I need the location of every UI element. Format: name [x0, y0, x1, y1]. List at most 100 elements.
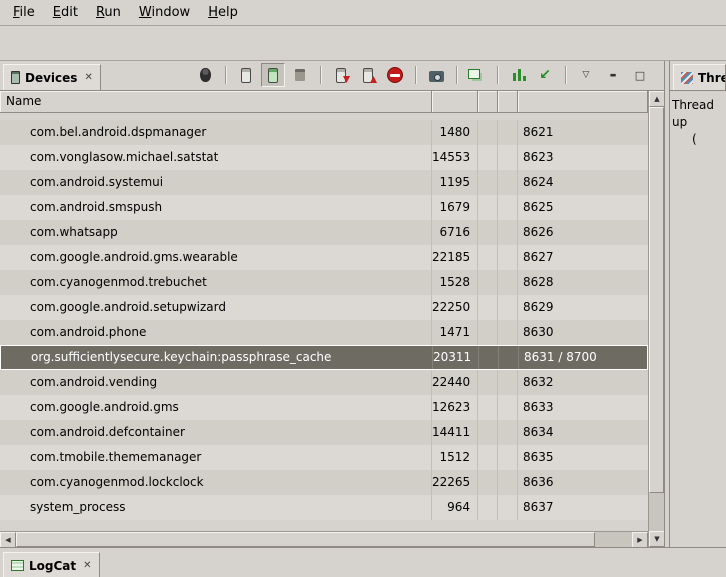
toolbar-separator: [225, 66, 226, 84]
process-table-body: com.bel.android.dspmanager14808621com.vo…: [0, 113, 648, 531]
cell-empty: [478, 495, 498, 520]
table-row[interactable]: com.bel.android.dspmanager14808621: [0, 120, 648, 145]
menu-help[interactable]: Help: [199, 2, 247, 23]
horizontal-scrollbar[interactable]: ◀ ▶: [0, 531, 648, 547]
column-header-pid[interactable]: [432, 91, 478, 113]
column-header-empty[interactable]: [498, 91, 518, 113]
cell-empty: [498, 120, 518, 145]
maximize-icon[interactable]: □: [628, 63, 652, 87]
table-row[interactable]: com.google.android.gms126238633: [0, 395, 648, 420]
scroll-right-button[interactable]: ▶: [632, 532, 648, 547]
logcat-bar: LogCat ✕: [0, 547, 726, 577]
threads-panel: Threads Thread up (: [669, 61, 726, 547]
devices-tabbar: Devices ✕ ↙ ▽▬□: [0, 61, 664, 91]
horizontal-scroll-thumb[interactable]: [16, 532, 595, 547]
process-pid: 12623: [432, 395, 478, 420]
table-row[interactable]: com.vonglasow.michael.satstat145538623: [0, 145, 648, 170]
cell-empty: [498, 270, 518, 295]
scroll-left-button[interactable]: ◀: [0, 532, 16, 547]
minimize-icon[interactable]: ▬: [601, 63, 625, 87]
vertical-scrollbar[interactable]: ▲ ▼: [648, 91, 664, 547]
process-port: 8627: [518, 245, 648, 270]
cell-empty: [478, 470, 498, 495]
cell-empty: [478, 395, 498, 420]
toolbar-separator: [415, 66, 416, 84]
scroll-down-button[interactable]: ▼: [649, 531, 664, 547]
cause-gc-icon[interactable]: [288, 63, 312, 87]
process-pid: 22440: [432, 370, 478, 395]
table-row[interactable]: system_process9648637: [0, 495, 648, 520]
threads-icon: [681, 72, 693, 84]
cell-empty: [498, 370, 518, 395]
cell-empty: [498, 195, 518, 220]
hierarchy-view-icon[interactable]: [465, 63, 489, 87]
screen-capture-icon[interactable]: [424, 63, 448, 87]
table-row[interactable]: com.android.defcontainer144118634: [0, 420, 648, 445]
table-row[interactable]: com.android.phone14718630: [0, 320, 648, 345]
main-content: Devices ✕ ↙ ▽▬□ Name com.bel.android.dspm…: [0, 61, 726, 547]
scroll-up-button[interactable]: ▲: [649, 91, 664, 107]
table-row[interactable]: com.cyanogenmod.trebuchet15288628: [0, 270, 648, 295]
threads-tab-label: Threads: [698, 71, 726, 85]
process-name: com.android.vending: [0, 370, 432, 395]
process-port: 8631 / 8700: [519, 346, 647, 369]
view-menu-icon[interactable]: ▽: [574, 63, 598, 87]
tab-threads[interactable]: Threads: [673, 64, 726, 90]
process-name: com.android.defcontainer: [0, 420, 432, 445]
menu-run[interactable]: Run: [87, 2, 130, 23]
cell-empty: [478, 245, 498, 270]
cell-empty: [498, 420, 518, 445]
table-header: Name: [0, 91, 648, 113]
cell-empty: [479, 346, 499, 369]
table-row[interactable]: com.google.android.setupwizard222508629: [0, 295, 648, 320]
stop-process-icon[interactable]: [383, 63, 407, 87]
menu-file[interactable]: File: [4, 2, 44, 23]
close-icon[interactable]: ✕: [84, 72, 92, 83]
table-row[interactable]: com.android.systemui11958624: [0, 170, 648, 195]
table-row[interactable]: com.whatsapp67168626: [0, 220, 648, 245]
column-header-port[interactable]: [518, 91, 648, 113]
process-pid: 1471: [432, 320, 478, 345]
column-header-empty[interactable]: [478, 91, 498, 113]
main-toolbar-strip: [0, 26, 726, 61]
table-row[interactable]: com.cyanogenmod.lockclock222658636: [0, 470, 648, 495]
menu-edit[interactable]: Edit: [44, 2, 87, 23]
process-pid: 6716: [432, 220, 478, 245]
process-name: com.android.phone: [0, 320, 432, 345]
column-header-name[interactable]: Name: [0, 91, 432, 113]
tab-devices[interactable]: Devices ✕: [3, 64, 101, 90]
vertical-scroll-thumb[interactable]: [649, 107, 664, 493]
process-pid: 964: [432, 495, 478, 520]
process-pid: 1512: [432, 445, 478, 470]
tracing-arrow-icon[interactable]: ↙: [533, 63, 557, 87]
table-row[interactable]: com.tmobile.thememanager15128635: [0, 445, 648, 470]
dump-hprof-icon[interactable]: [261, 63, 285, 87]
process-port: 8632: [518, 370, 648, 395]
cell-empty: [478, 370, 498, 395]
device-icon: [11, 71, 20, 84]
table-row[interactable]: com.google.android.gms.wearable221858627: [0, 245, 648, 270]
process-pid: 14411: [432, 420, 478, 445]
table-row[interactable]: com.android.smspush16798625: [0, 195, 648, 220]
menu-window[interactable]: Window: [130, 2, 199, 23]
horizontal-scroll-track[interactable]: [16, 532, 632, 547]
table-row[interactable]: org.sufficientlysecure.keychain:passphra…: [0, 345, 648, 370]
cell-empty: [499, 346, 519, 369]
method-profiling-icon[interactable]: [356, 63, 380, 87]
cell-empty: [478, 270, 498, 295]
tab-logcat[interactable]: LogCat ✕: [3, 552, 100, 577]
profiling-bars-icon[interactable]: [506, 63, 530, 87]
update-threads-icon[interactable]: [329, 63, 353, 87]
process-port: 8629: [518, 295, 648, 320]
cell-empty: [478, 170, 498, 195]
threads-message-line1: Thread up: [672, 97, 724, 131]
devices-tab-label: Devices: [25, 71, 77, 85]
debug-process-icon[interactable]: [193, 63, 217, 87]
close-icon[interactable]: ✕: [83, 560, 91, 571]
vertical-scroll-track[interactable]: [649, 107, 664, 531]
update-heap-icon[interactable]: [234, 63, 258, 87]
logcat-icon: [11, 560, 24, 571]
process-name: com.bel.android.dspmanager: [0, 120, 432, 145]
table-row[interactable]: com.android.vending22440 8632: [0, 370, 648, 395]
process-name: com.google.android.gms.wearable: [0, 245, 432, 270]
